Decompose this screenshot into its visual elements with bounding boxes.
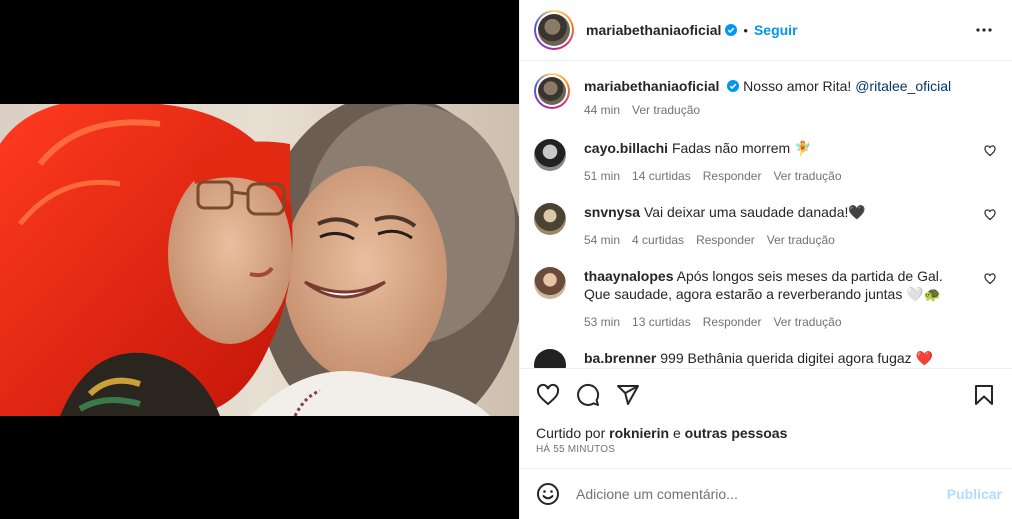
translate-link[interactable]: Ver tradução — [767, 231, 835, 249]
comment-item: thaaynalopes Após longos seis meses da p… — [534, 267, 996, 331]
commenter-avatar[interactable] — [534, 203, 566, 235]
comment-time[interactable]: 53 min — [584, 313, 620, 331]
more-options-icon[interactable] — [972, 18, 996, 42]
liked-by-join: e — [672, 425, 681, 441]
comment-time[interactable]: 51 min — [584, 167, 620, 185]
post-panel: mariabethaniaoficial • Seguir mariabetha… — [519, 0, 1012, 519]
caption: mariabethaniaoficial Nosso amor Rita! @r… — [534, 73, 996, 119]
comments-list[interactable]: mariabethaniaoficial Nosso amor Rita! @r… — [520, 61, 1012, 368]
liked-by-prefix: Curtido por — [536, 425, 606, 441]
photo-illustration — [0, 104, 519, 416]
add-comment-bar: Publicar — [520, 468, 1012, 519]
reply-button[interactable]: Responder — [703, 313, 762, 331]
caption-username[interactable]: mariabethaniaoficial — [584, 78, 719, 94]
post-actions: Curtido por roknierin e outras pessoas H… — [520, 368, 1012, 468]
post-photo — [0, 104, 519, 416]
liked-by-user-link[interactable]: roknierin — [609, 425, 669, 441]
post-dialog: mariabethaniaoficial • Seguir mariabetha… — [0, 0, 1012, 519]
commenter-avatar[interactable] — [534, 267, 566, 299]
comment-likes-count[interactable]: 14 curtidas — [632, 167, 691, 185]
comment-likes-count[interactable]: 13 curtidas — [632, 313, 691, 331]
emoji-smiley-icon[interactable] — [536, 482, 560, 506]
comment-likes-count[interactable]: 4 curtidas — [632, 231, 684, 249]
post-header: mariabethaniaoficial • Seguir — [520, 0, 1012, 61]
commenter-avatar[interactable] — [534, 139, 566, 171]
commenter-username[interactable]: ba.brenner — [584, 350, 656, 366]
caption-avatar[interactable] — [534, 73, 570, 109]
share-paper-plane-icon[interactable] — [616, 383, 640, 407]
post-media[interactable] — [0, 0, 519, 519]
caption-translate-link[interactable]: Ver tradução — [632, 101, 700, 119]
like-comment-heart-icon[interactable] — [984, 209, 996, 221]
like-comment-heart-icon[interactable] — [984, 273, 996, 285]
verified-badge-icon — [727, 80, 740, 92]
comment-text: Fadas não morrem 🧚 — [671, 140, 812, 156]
like-comment-heart-icon[interactable] — [984, 145, 996, 157]
liked-by-line: Curtido por roknierin e outras pessoas — [536, 424, 996, 442]
comment-input[interactable] — [576, 486, 947, 502]
commenter-username[interactable]: cayo.billachi — [584, 140, 668, 156]
author-username[interactable]: mariabethaniaoficial — [586, 22, 721, 38]
commenter-username[interactable]: thaaynalopes — [584, 268, 673, 284]
comment-bubble-icon[interactable] — [576, 383, 600, 407]
publish-button[interactable]: Publicar — [947, 486, 1002, 502]
follow-button[interactable]: Seguir — [754, 22, 798, 38]
comment-item: ba.brenner 999 Bethânia querida digitei … — [534, 349, 996, 368]
reply-button[interactable]: Responder — [703, 167, 762, 185]
comment-item: snvnysa Vai deixar uma saudade danada!🖤 … — [534, 203, 996, 249]
translate-link[interactable]: Ver tradução — [773, 313, 841, 331]
caption-text: Nosso amor Rita! — [743, 78, 852, 94]
caption-mention-link[interactable]: @ritalee_oficial — [855, 78, 951, 94]
header-separator: • — [743, 22, 748, 38]
reply-button[interactable]: Responder — [696, 231, 755, 249]
comment-text: 999 Bethânia querida digitei agora fugaz… — [660, 350, 933, 366]
commenter-avatar[interactable] — [534, 349, 566, 368]
caption-time[interactable]: 44 min — [584, 101, 620, 119]
commenter-username[interactable]: snvnysa — [584, 204, 640, 220]
comment-item: cayo.billachi Fadas não morrem 🧚 51 min … — [534, 139, 996, 185]
post-timestamp[interactable]: HÁ 55 MINUTOS — [536, 444, 996, 455]
author-avatar[interactable] — [534, 10, 574, 50]
comment-time[interactable]: 54 min — [584, 231, 620, 249]
verified-badge-icon — [725, 24, 738, 36]
save-bookmark-icon[interactable] — [972, 383, 996, 407]
like-heart-icon[interactable] — [536, 383, 560, 407]
comment-text: Vai deixar uma saudade danada!🖤 — [643, 204, 866, 220]
liked-by-others-link[interactable]: outras pessoas — [685, 425, 788, 441]
translate-link[interactable]: Ver tradução — [773, 167, 841, 185]
